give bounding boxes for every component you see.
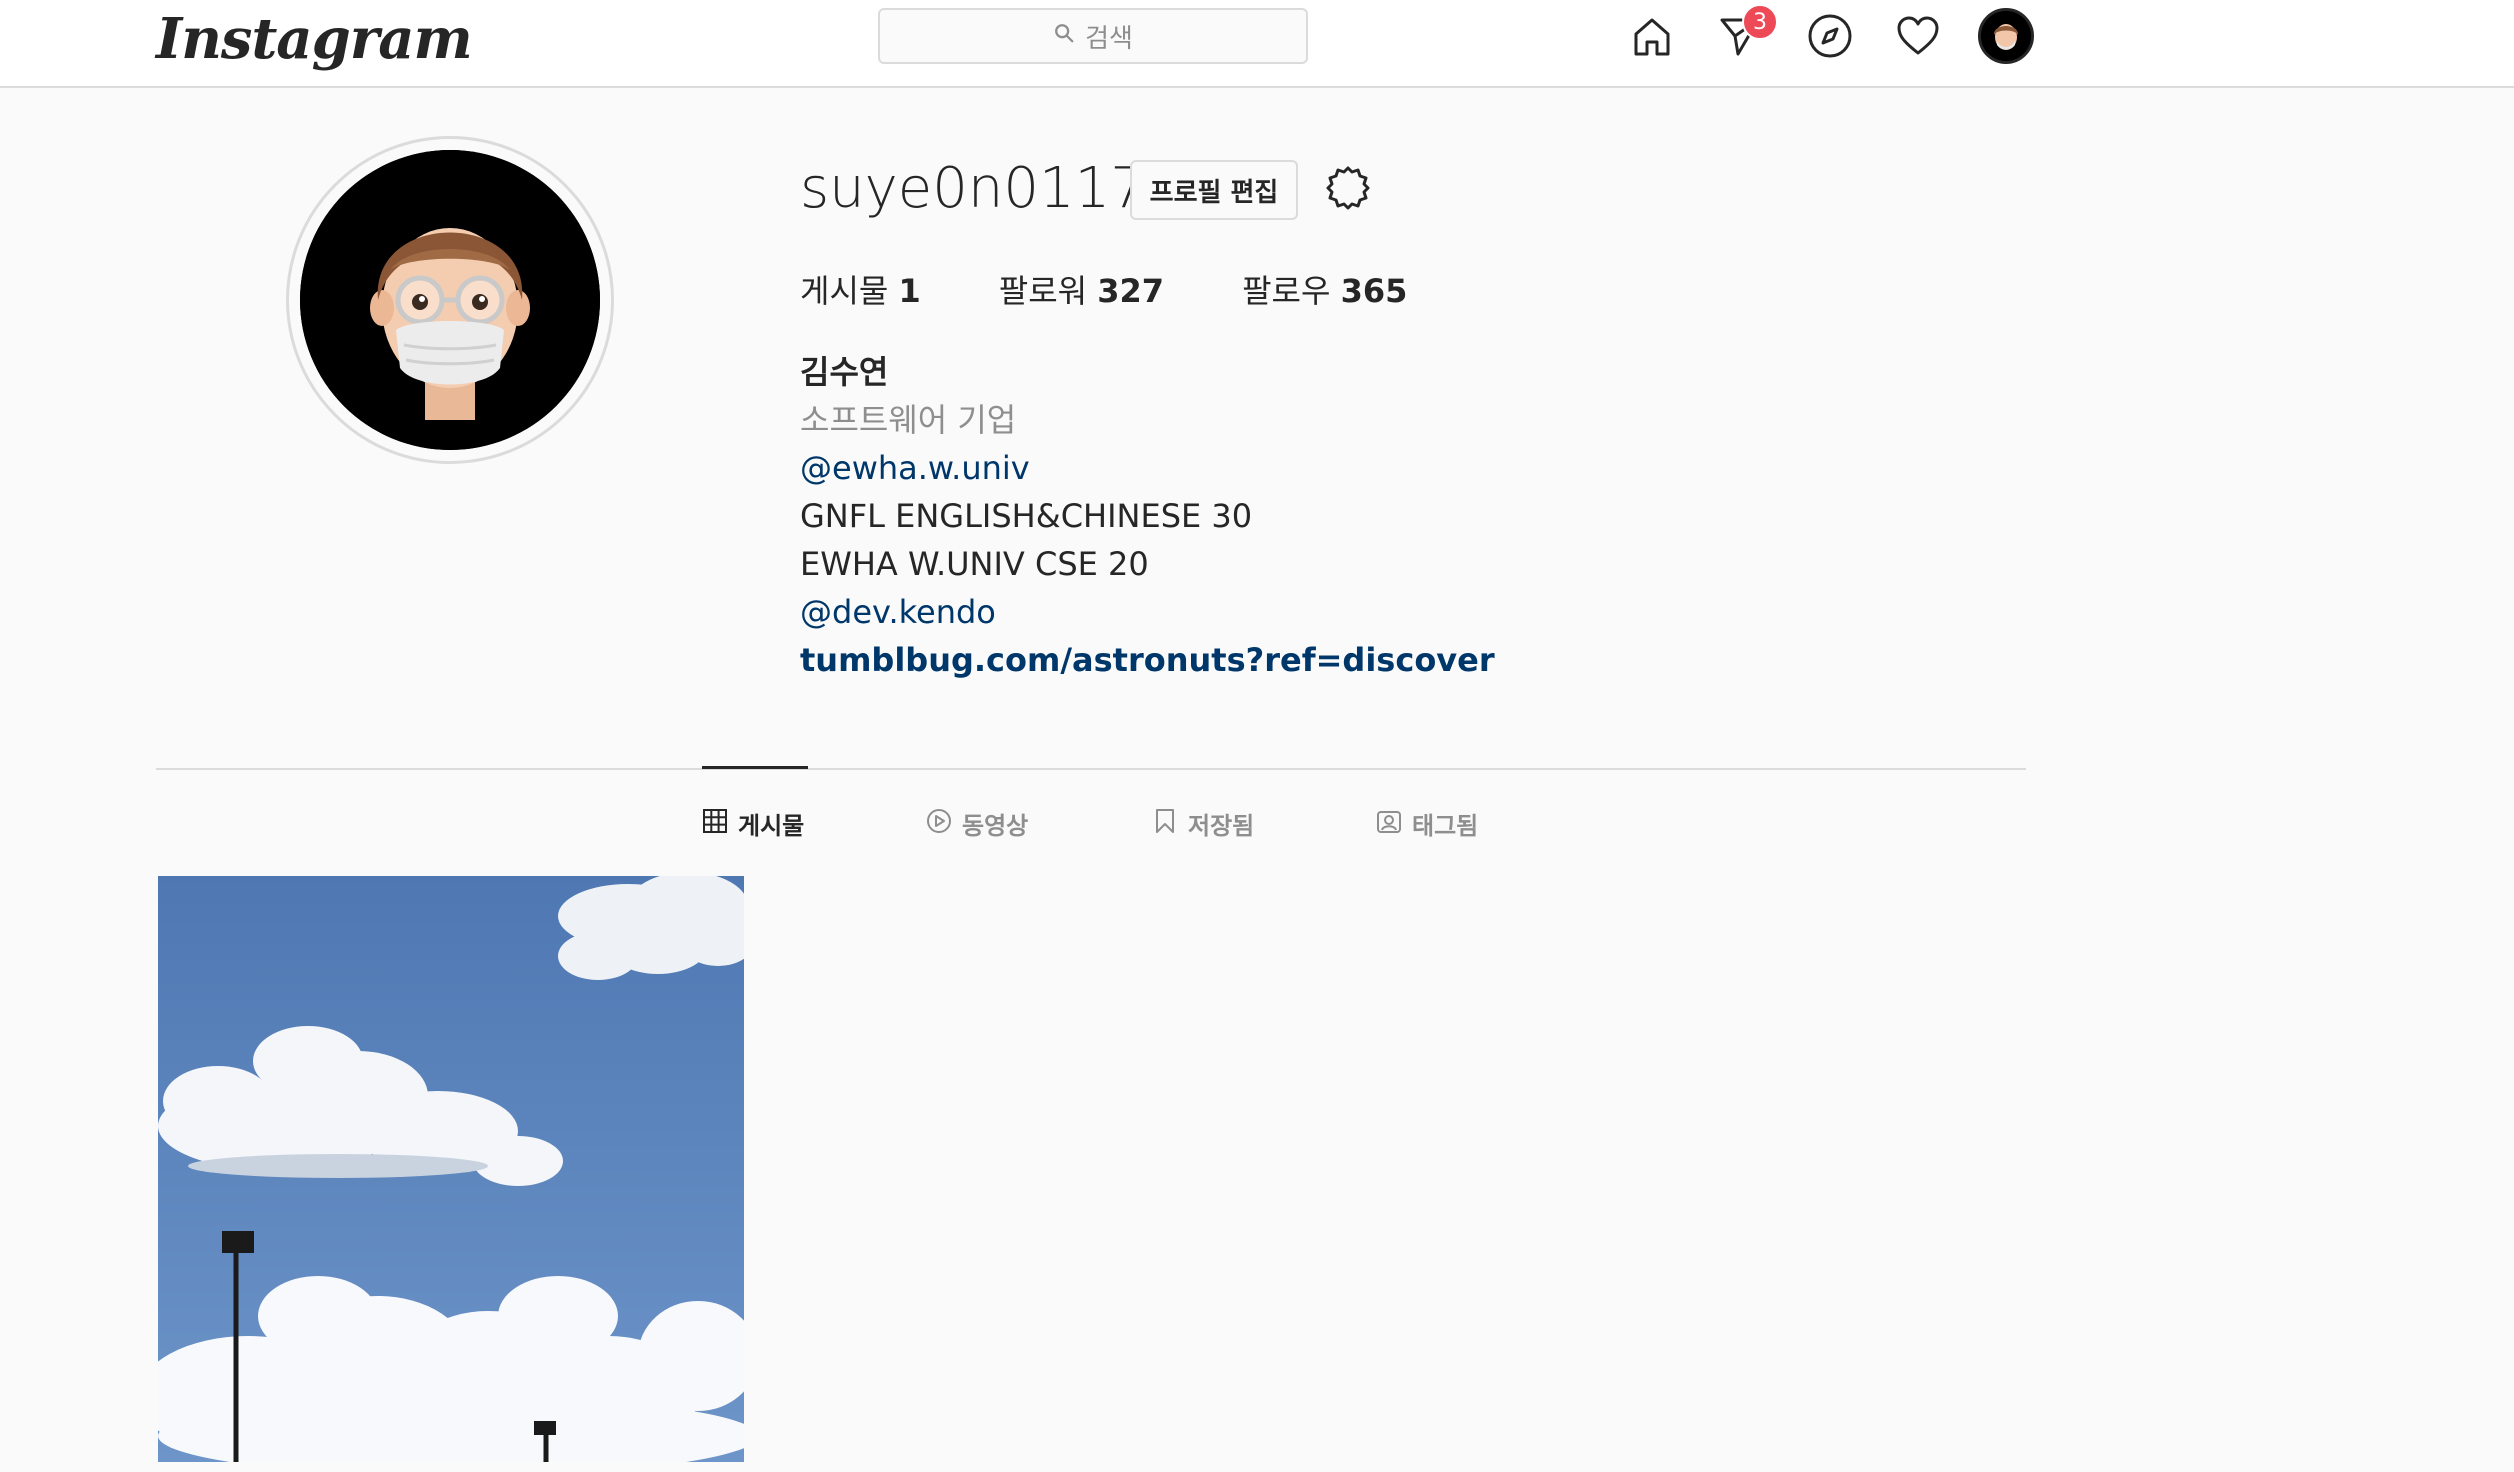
instagram-logo[interactable]: Instagram: [156, 6, 473, 72]
tabs-divider: [156, 768, 2026, 770]
active-tab-indicator: [702, 766, 808, 769]
activity-heart-icon[interactable]: [1894, 12, 1942, 60]
following-label: 팔로우: [1242, 272, 1331, 310]
home-icon[interactable]: [1628, 12, 1676, 60]
search-icon: [1053, 21, 1075, 51]
explore-compass-icon[interactable]: [1806, 12, 1854, 60]
tagged-user-icon: [1376, 808, 1402, 840]
tab-posts[interactable]: 게시물: [702, 806, 804, 841]
bookmark-icon: [1152, 808, 1178, 840]
bio-line-gnfl: GNFL ENGLISH&CHINESE 30: [800, 497, 1253, 535]
posts-label: 게시물: [800, 272, 889, 310]
tab-tagged[interactable]: 태그됨: [1376, 806, 1478, 841]
video-play-icon: [926, 808, 952, 840]
notification-badge: 3: [1742, 4, 1778, 40]
tab-label: 태그됨: [1412, 812, 1479, 840]
top-navigation-bar: Instagram 검색 3: [0, 0, 2514, 88]
tab-label: 저장됨: [1188, 812, 1255, 840]
memoji-face-icon: [300, 150, 600, 450]
post-thumbnail[interactable]: [158, 876, 744, 1462]
settings-gear-icon[interactable]: [1320, 160, 1376, 216]
tab-label: 게시물: [738, 812, 805, 840]
direct-messages-icon[interactable]: 3: [1716, 4, 1778, 60]
bio-mention-dev-kendo[interactable]: @dev.kendo: [800, 588, 1495, 636]
profile-avatar-button[interactable]: [1978, 8, 2034, 64]
posts-value: 1: [898, 272, 921, 310]
following-value: 365: [1340, 272, 1408, 310]
grid-icon: [702, 808, 728, 840]
followers-value: 327: [1097, 272, 1165, 310]
bio-line-ewha: EWHA W.UNIV CSE 20: [800, 545, 1149, 583]
profile-website-link[interactable]: tumblbug.com/astronuts?ref=discover: [800, 636, 1495, 684]
search-placeholder: 검색: [1085, 23, 1133, 54]
sky-clouds-photo: [158, 876, 744, 1462]
tab-label: 동영상: [962, 812, 1029, 840]
memoji-avatar-icon: [1981, 11, 2031, 61]
following-count[interactable]: 팔로우 365: [1242, 266, 1407, 312]
tab-videos[interactable]: 동영상: [926, 806, 1028, 841]
search-input[interactable]: 검색: [878, 8, 1308, 64]
profile-bio: 김수연 소프트웨어 기업 @ewha.w.univ GNFL ENGLISH&C…: [800, 348, 1495, 684]
tab-saved[interactable]: 저장됨: [1152, 806, 1254, 841]
posts-count: 게시물 1: [800, 266, 921, 312]
bio-mention-ewha[interactable]: @ewha.w.univ: [800, 444, 1495, 492]
profile-category: 소프트웨어 기업: [800, 401, 1017, 439]
edit-profile-button[interactable]: 프로필 편집: [1130, 160, 1298, 220]
profile-full-name: 김수연: [800, 353, 889, 391]
profile-avatar[interactable]: [300, 150, 600, 450]
followers-count[interactable]: 팔로워 327: [999, 266, 1164, 312]
followers-label: 팔로워: [998, 272, 1088, 310]
profile-username: suye0n0117: [800, 156, 1146, 221]
profile-stats: 게시물 1 팔로워 327 팔로우 365: [800, 266, 1485, 312]
